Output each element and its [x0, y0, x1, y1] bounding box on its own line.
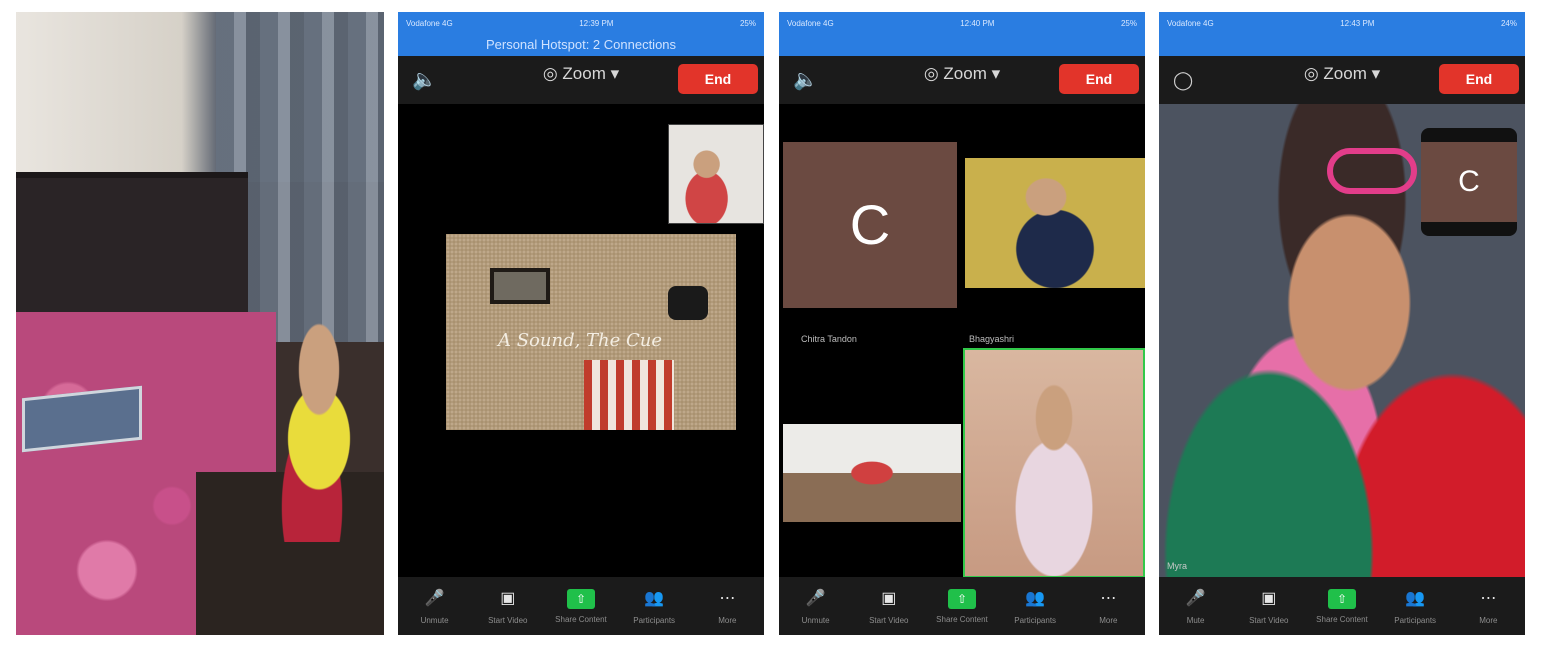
app-title: Zoom: [562, 64, 606, 83]
toolbar-label: More: [718, 615, 737, 625]
share-content-button[interactable]: ⇧ Share Content: [1307, 588, 1377, 624]
more-icon: ⋯: [719, 589, 736, 607]
participant-tile[interactable]: [965, 158, 1145, 288]
participant-tile[interactable]: C: [783, 142, 957, 308]
status-bar: Vodafone 4G 12:43 PM 24%: [1159, 12, 1525, 34]
share-icon: ⇧: [1327, 588, 1356, 609]
status-bar: Vodafone 4G 12:40 PM 25%: [779, 12, 1145, 34]
toolbar-label: Unmute: [420, 615, 449, 625]
toolbar-label: Share Content: [1316, 614, 1368, 624]
video-area: A Sound, The Cue: [398, 104, 764, 577]
more-icon: ⋯: [1480, 589, 1497, 607]
zoom-screen-gallery: Vodafone 4G 12:40 PM 25% 🔈 ◎ Zoom ▾ End …: [779, 12, 1145, 635]
participant-name: Chitra Tandon: [801, 334, 857, 344]
toolbar-label: Participants: [1014, 615, 1057, 625]
more-icon: ⋯: [1100, 589, 1117, 607]
share-icon: ⇧: [566, 588, 595, 609]
participant-name: Bhagyashri: [969, 334, 1015, 344]
status-carrier: Vodafone 4G: [1167, 18, 1214, 28]
toolbar-label: Start Video: [1249, 615, 1289, 625]
toolbar-label: Share Content: [555, 614, 607, 624]
mic-muted-icon: 🎤: [805, 589, 826, 607]
toolbar-label: Mute: [1186, 615, 1205, 625]
self-view-tile[interactable]: C: [1421, 128, 1517, 236]
end-button[interactable]: End: [1439, 64, 1519, 94]
avatar: C: [783, 142, 957, 308]
app-title: Zoom: [943, 64, 987, 83]
toolbar-label: Participants: [1394, 615, 1437, 625]
status-battery: 25%: [1120, 18, 1137, 28]
share-content-button[interactable]: ⇧ Share Content: [546, 588, 616, 624]
headboard: [16, 172, 248, 322]
meeting-topbar: 🔈 ◎ Zoom ▾ End: [398, 56, 764, 104]
meeting-toolbar: 🎤 Unmute ▣ Start Video ⇧ Share Content 👥 Par…: [779, 577, 1145, 635]
wall-frame: [490, 268, 550, 304]
gallery-grid: C Chitra Tandon Bhagyashri: [779, 104, 1145, 578]
start-video-button[interactable]: ▣ Start Video: [1234, 588, 1304, 625]
unmute-button[interactable]: 🎤 Unmute: [781, 588, 851, 625]
status-time: 12:40 PM: [960, 18, 995, 28]
participants-button[interactable]: 👥 Participants: [1380, 588, 1450, 625]
end-button[interactable]: End: [1059, 64, 1139, 94]
active-speaker-tile[interactable]: [963, 348, 1145, 578]
toolbar-label: Share Content: [936, 614, 988, 624]
active-speaker-name: Myra: [1167, 561, 1187, 571]
zoom-screen-shared-content: Vodafone 4G 12:39 PM 25% Personal Hotspo…: [398, 12, 764, 635]
app-title: Zoom: [1323, 64, 1367, 83]
end-button[interactable]: End: [678, 64, 758, 94]
toolbar-label: Unmute: [801, 615, 830, 625]
video-off-icon: ▣: [881, 589, 897, 607]
status-bar: Vodafone 4G 12:39 PM 25%: [398, 12, 764, 34]
share-icon: ⇧: [947, 588, 976, 609]
hotspot-banner[interactable]: Personal Hotspot: 2 Connections: [398, 34, 764, 56]
more-button[interactable]: ⋯ More: [1073, 588, 1143, 625]
participants-icon: 👥: [644, 589, 665, 607]
meeting-toolbar: 🎤 Mute ▣ Start Video ⇧ Share Content 👥 Parti…: [1159, 577, 1525, 635]
share-content-button[interactable]: ⇧ Share Content: [927, 588, 997, 624]
mic-icon: 🎤: [1185, 589, 1206, 607]
status-carrier: Vodafone 4G: [787, 18, 834, 28]
meeting-topbar: ◯ ◎ Zoom ▾ End: [1159, 56, 1525, 104]
unmute-button[interactable]: 🎤 Unmute: [400, 588, 470, 625]
toolbar-label: Start Video: [488, 615, 528, 625]
video-off-icon: ▣: [1261, 589, 1277, 607]
avatar: C: [1421, 142, 1517, 222]
speaker-video: C Myra: [1159, 104, 1525, 577]
mic-muted-icon: 🎤: [424, 589, 445, 607]
shared-content: A Sound, The Cue: [446, 234, 736, 430]
striped-chair: [584, 360, 674, 430]
participants-button[interactable]: 👥 Participants: [619, 588, 689, 625]
meeting-topbar: 🔈 ◎ Zoom ▾ End: [779, 56, 1145, 104]
hanging-bag: [668, 286, 708, 320]
participants-icon: 👥: [1405, 589, 1426, 607]
participants-icon: 👥: [1025, 589, 1046, 607]
toolbar-label: More: [1099, 615, 1118, 625]
participants-button[interactable]: 👥 Participants: [1000, 588, 1070, 625]
hotspot-banner[interactable]: [1159, 34, 1525, 56]
room-photo: [16, 12, 384, 635]
more-button[interactable]: ⋯ More: [692, 588, 762, 625]
toolbar-label: Start Video: [869, 615, 909, 625]
meeting-toolbar: 🎤 Unmute ▣ Start Video ⇧ Share Content 👥 Par…: [398, 577, 764, 635]
status-time: 12:39 PM: [579, 18, 614, 28]
zoom-screen-speaker: Vodafone 4G 12:43 PM 24% ◯ ◎ Zoom ▾ End …: [1159, 12, 1525, 635]
status-time: 12:43 PM: [1340, 18, 1375, 28]
hotspot-banner[interactable]: [779, 34, 1145, 56]
status-battery: 25%: [739, 18, 756, 28]
status-battery: 24%: [1500, 18, 1517, 28]
more-button[interactable]: ⋯ More: [1453, 588, 1523, 625]
toolbar-label: More: [1479, 615, 1498, 625]
participant-tile[interactable]: [783, 424, 961, 522]
participant-thumbnail[interactable]: [668, 124, 764, 224]
sunglasses: [1327, 148, 1417, 194]
start-video-button[interactable]: ▣ Start Video: [854, 588, 924, 625]
start-video-button[interactable]: ▣ Start Video: [473, 588, 543, 625]
child-figure: [242, 312, 382, 542]
shared-caption: A Sound, The Cue: [498, 330, 663, 351]
video-off-icon: ▣: [500, 589, 516, 607]
status-carrier: Vodafone 4G: [406, 18, 453, 28]
mute-button[interactable]: 🎤 Mute: [1161, 588, 1231, 625]
toolbar-label: Participants: [633, 615, 676, 625]
